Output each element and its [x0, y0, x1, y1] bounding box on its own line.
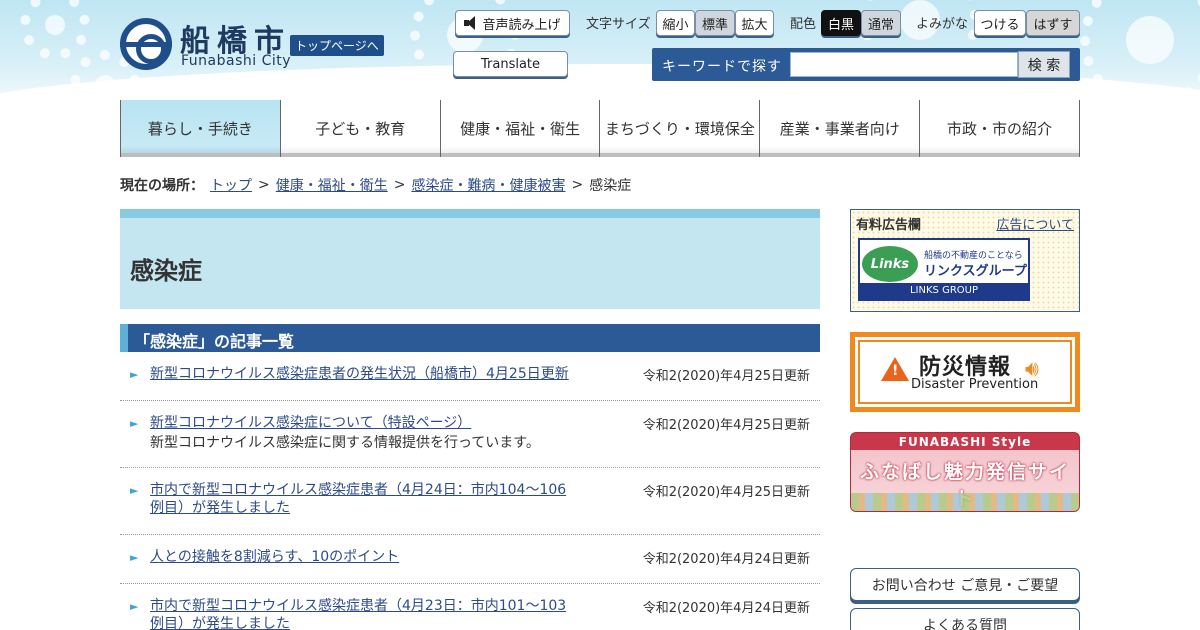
- warning-icon: [881, 357, 909, 381]
- speaker-icon: [464, 16, 478, 30]
- paid-ad-box: 有料広告欄 広告について Links 船橋の不動産のことなら リンクスグループ …: [850, 209, 1080, 312]
- search-label: キーワードで探す: [662, 59, 782, 75]
- style-banner-title: FUNABASHI Style: [898, 435, 1032, 449]
- disaster-subtitle: Disaster Prevention: [911, 377, 1039, 392]
- faq-button[interactable]: よくある質問: [850, 608, 1080, 630]
- triangle-right-icon: ►: [130, 484, 139, 497]
- font-standard-button[interactable]: 標準: [695, 10, 735, 36]
- links-logo: Links: [862, 246, 918, 282]
- nav-item-living[interactable]: 暮らし・手続き: [120, 100, 280, 157]
- read-aloud-button[interactable]: 音声読み上げ: [455, 10, 570, 36]
- nav-item-health[interactable]: 健康・福祉・衛生: [439, 100, 600, 157]
- breadcrumb-link-infection[interactable]: 感染症・難病・健康被害: [411, 175, 565, 195]
- links-group-ad-banner[interactable]: Links 船橋の不動産のことなら リンクスグループ LINKS GROUP: [858, 238, 1030, 301]
- logo-text-en: Funabashi City: [181, 53, 292, 69]
- article-item: ► 人との接触を8割減らす、10のポイント 令和2(2020)年4月24日更新: [120, 548, 820, 584]
- ad-about-link[interactable]: 広告について: [996, 214, 1074, 233]
- ad-company-name-en: LINKS GROUP: [860, 283, 1028, 299]
- font-large-button[interactable]: 拡大: [735, 10, 774, 36]
- ruby-off-button[interactable]: はずす: [1026, 10, 1080, 36]
- nav-item-city[interactable]: 市政・市の紹介: [919, 100, 1080, 157]
- breadcrumb-label: 現在の場所：: [120, 178, 204, 194]
- triangle-right-icon: ►: [130, 600, 139, 613]
- color-normal-button[interactable]: 通常: [861, 10, 901, 36]
- triangle-right-icon: ►: [130, 551, 139, 564]
- ruby-on-button[interactable]: つける: [974, 10, 1026, 36]
- article-date: 令和2(2020)年4月25日更新: [642, 485, 810, 500]
- article-description: 新型コロナウイルス感染症に関する情報提供を行っています。: [150, 435, 540, 451]
- nav-item-children[interactable]: 子ども・教育: [279, 100, 440, 157]
- top-page-link[interactable]: トップページへ: [290, 35, 384, 56]
- breadcrumb-separator: >: [571, 177, 584, 193]
- page-title: 感染症: [130, 257, 202, 285]
- flower-decoration: [20, 0, 90, 60]
- article-date: 令和2(2020)年4月24日更新: [642, 601, 810, 616]
- color-bw-button[interactable]: 白黒: [821, 10, 861, 36]
- read-aloud-label: 音声読み上げ: [482, 17, 561, 33]
- article-link[interactable]: 市内で新型コロナウイルス感染症患者（4月24日：市内104～106例目）が発生し…: [150, 481, 580, 517]
- article-link[interactable]: 新型コロナウイルス感染症について（特設ページ）: [150, 414, 580, 432]
- article-item: ► 市内で新型コロナウイルス感染症患者（4月23日：市内101～103例目）が発…: [120, 597, 820, 630]
- font-size-label: 文字サイズ: [586, 17, 651, 32]
- speaker-wave-icon: 🔊︎: [1025, 357, 1039, 382]
- nav-item-business[interactable]: 産業・事業者向け: [759, 100, 920, 157]
- triangle-right-icon: ►: [130, 417, 139, 430]
- translate-button[interactable]: Translate: [453, 51, 568, 77]
- article-link[interactable]: 新型コロナウイルス感染症患者の発生状況（船橋市）4月25日更新: [150, 365, 580, 383]
- disaster-info-banner[interactable]: 防災情報 Disaster Prevention 🔊︎: [850, 332, 1080, 412]
- breadcrumb-link-health[interactable]: 健康・福祉・衛生: [276, 175, 388, 195]
- article-item: ► 新型コロナウイルス感染症について（特設ページ） 令和2(2020)年4月25…: [120, 414, 820, 468]
- global-nav: 暮らし・手続き 子ども・教育 健康・福祉・衛生 まちづくり・環境保全 産業・事業…: [120, 100, 1080, 157]
- color-label: 配色: [790, 17, 817, 32]
- article-date: 令和2(2020)年4月25日更新: [642, 418, 810, 433]
- city-emblem-icon: [120, 18, 172, 70]
- article-link[interactable]: 人との接触を8割減らす、10のポイント: [150, 548, 580, 566]
- search-bar: キーワードで探す 検 索: [652, 48, 1080, 81]
- breadcrumb-link-top[interactable]: トップ: [210, 175, 252, 195]
- article-item: ► 新型コロナウイルス感染症患者の発生状況（船橋市）4月25日更新 令和2(20…: [120, 365, 820, 401]
- article-list-heading: 「感染症」の記事一覧: [120, 324, 820, 352]
- article-date: 令和2(2020)年4月24日更新: [642, 552, 810, 567]
- breadcrumb-separator: >: [258, 177, 270, 193]
- triangle-right-icon: ►: [130, 368, 139, 381]
- font-small-button[interactable]: 縮小: [656, 10, 695, 36]
- funabashi-style-banner[interactable]: FUNABASHI Style ふなばし魅力発信サイト: [850, 432, 1080, 512]
- search-input[interactable]: [790, 52, 1018, 77]
- contact-button[interactable]: お問い合わせ ご意見・ご要望: [850, 568, 1080, 601]
- breadcrumb-separator: >: [393, 177, 406, 193]
- article-date: 令和2(2020)年4月25日更新: [642, 369, 810, 384]
- article-link[interactable]: 市内で新型コロナウイルス感染症患者（4月23日：市内101～103例目）が発生し…: [150, 597, 580, 630]
- breadcrumb: 現在の場所： トップ > 健康・福祉・衛生 > 感染症・難病・健康被害 > 感染…: [120, 175, 631, 195]
- townscape-illustration: [851, 493, 1079, 511]
- breadcrumb-current: 感染症: [589, 178, 632, 194]
- ad-company-name: リンクスグループ: [924, 264, 1027, 279]
- page-title-box: 感染症: [120, 209, 820, 309]
- nav-item-town[interactable]: まちづくり・環境保全: [599, 100, 760, 157]
- ruby-label: よみがな: [916, 17, 969, 32]
- ad-label: 有料広告欄: [856, 218, 922, 233]
- search-button[interactable]: 検 索: [1018, 51, 1070, 78]
- article-item: ► 市内で新型コロナウイルス感染症患者（4月24日：市内104～106例目）が発…: [120, 481, 820, 535]
